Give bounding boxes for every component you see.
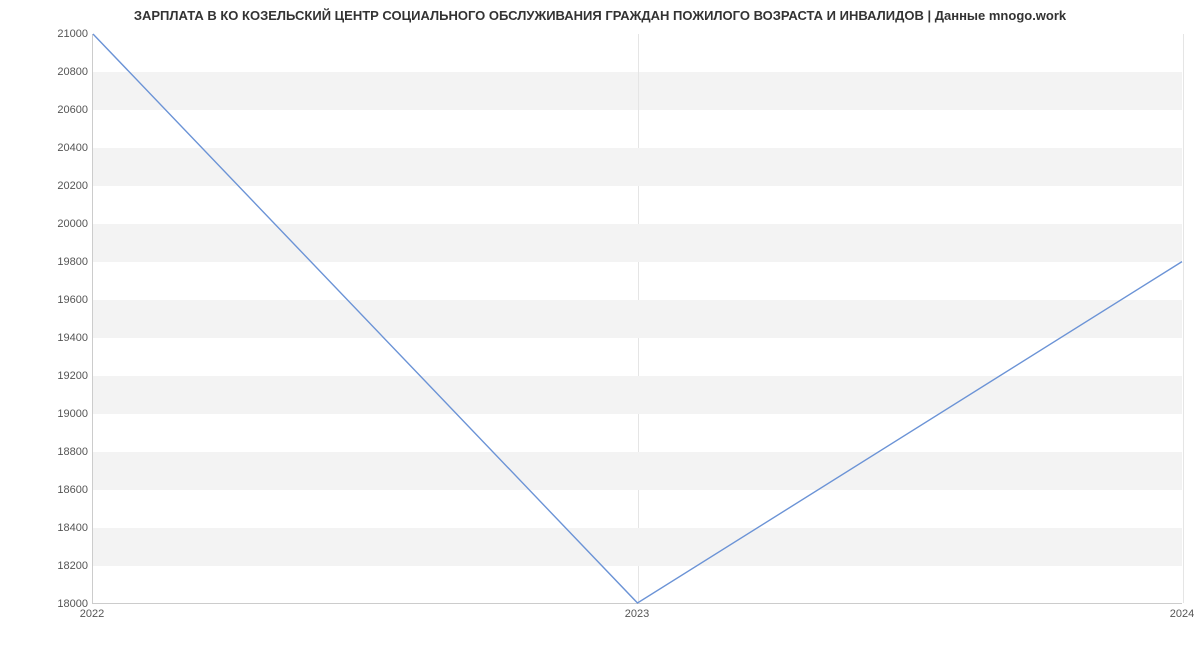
chart-title: ЗАРПЛАТА В КО КОЗЕЛЬСКИЙ ЦЕНТР СОЦИАЛЬНО… [0, 8, 1200, 23]
gridline-vertical [1183, 34, 1184, 603]
x-tick-label: 2023 [625, 608, 649, 620]
y-tick-label: 19000 [8, 408, 88, 420]
y-tick-label: 20200 [8, 180, 88, 192]
chart-container: ЗАРПЛАТА В КО КОЗЕЛЬСКИЙ ЦЕНТР СОЦИАЛЬНО… [0, 0, 1200, 650]
y-tick-label: 19600 [8, 294, 88, 306]
y-tick-label: 20800 [8, 66, 88, 78]
x-tick-label: 2024 [1170, 608, 1194, 620]
y-tick-label: 20400 [8, 142, 88, 154]
y-tick-label: 21000 [8, 28, 88, 40]
y-tick-label: 18200 [8, 560, 88, 572]
y-tick-label: 20000 [8, 218, 88, 230]
y-tick-label: 19200 [8, 370, 88, 382]
y-tick-label: 18800 [8, 446, 88, 458]
y-tick-label: 20600 [8, 104, 88, 116]
y-tick-label: 19400 [8, 332, 88, 344]
line-series [93, 34, 1182, 603]
y-tick-label: 18600 [8, 484, 88, 496]
y-tick-label: 18000 [8, 598, 88, 610]
y-tick-label: 19800 [8, 256, 88, 268]
plot-area [92, 34, 1182, 604]
y-tick-label: 18400 [8, 522, 88, 534]
